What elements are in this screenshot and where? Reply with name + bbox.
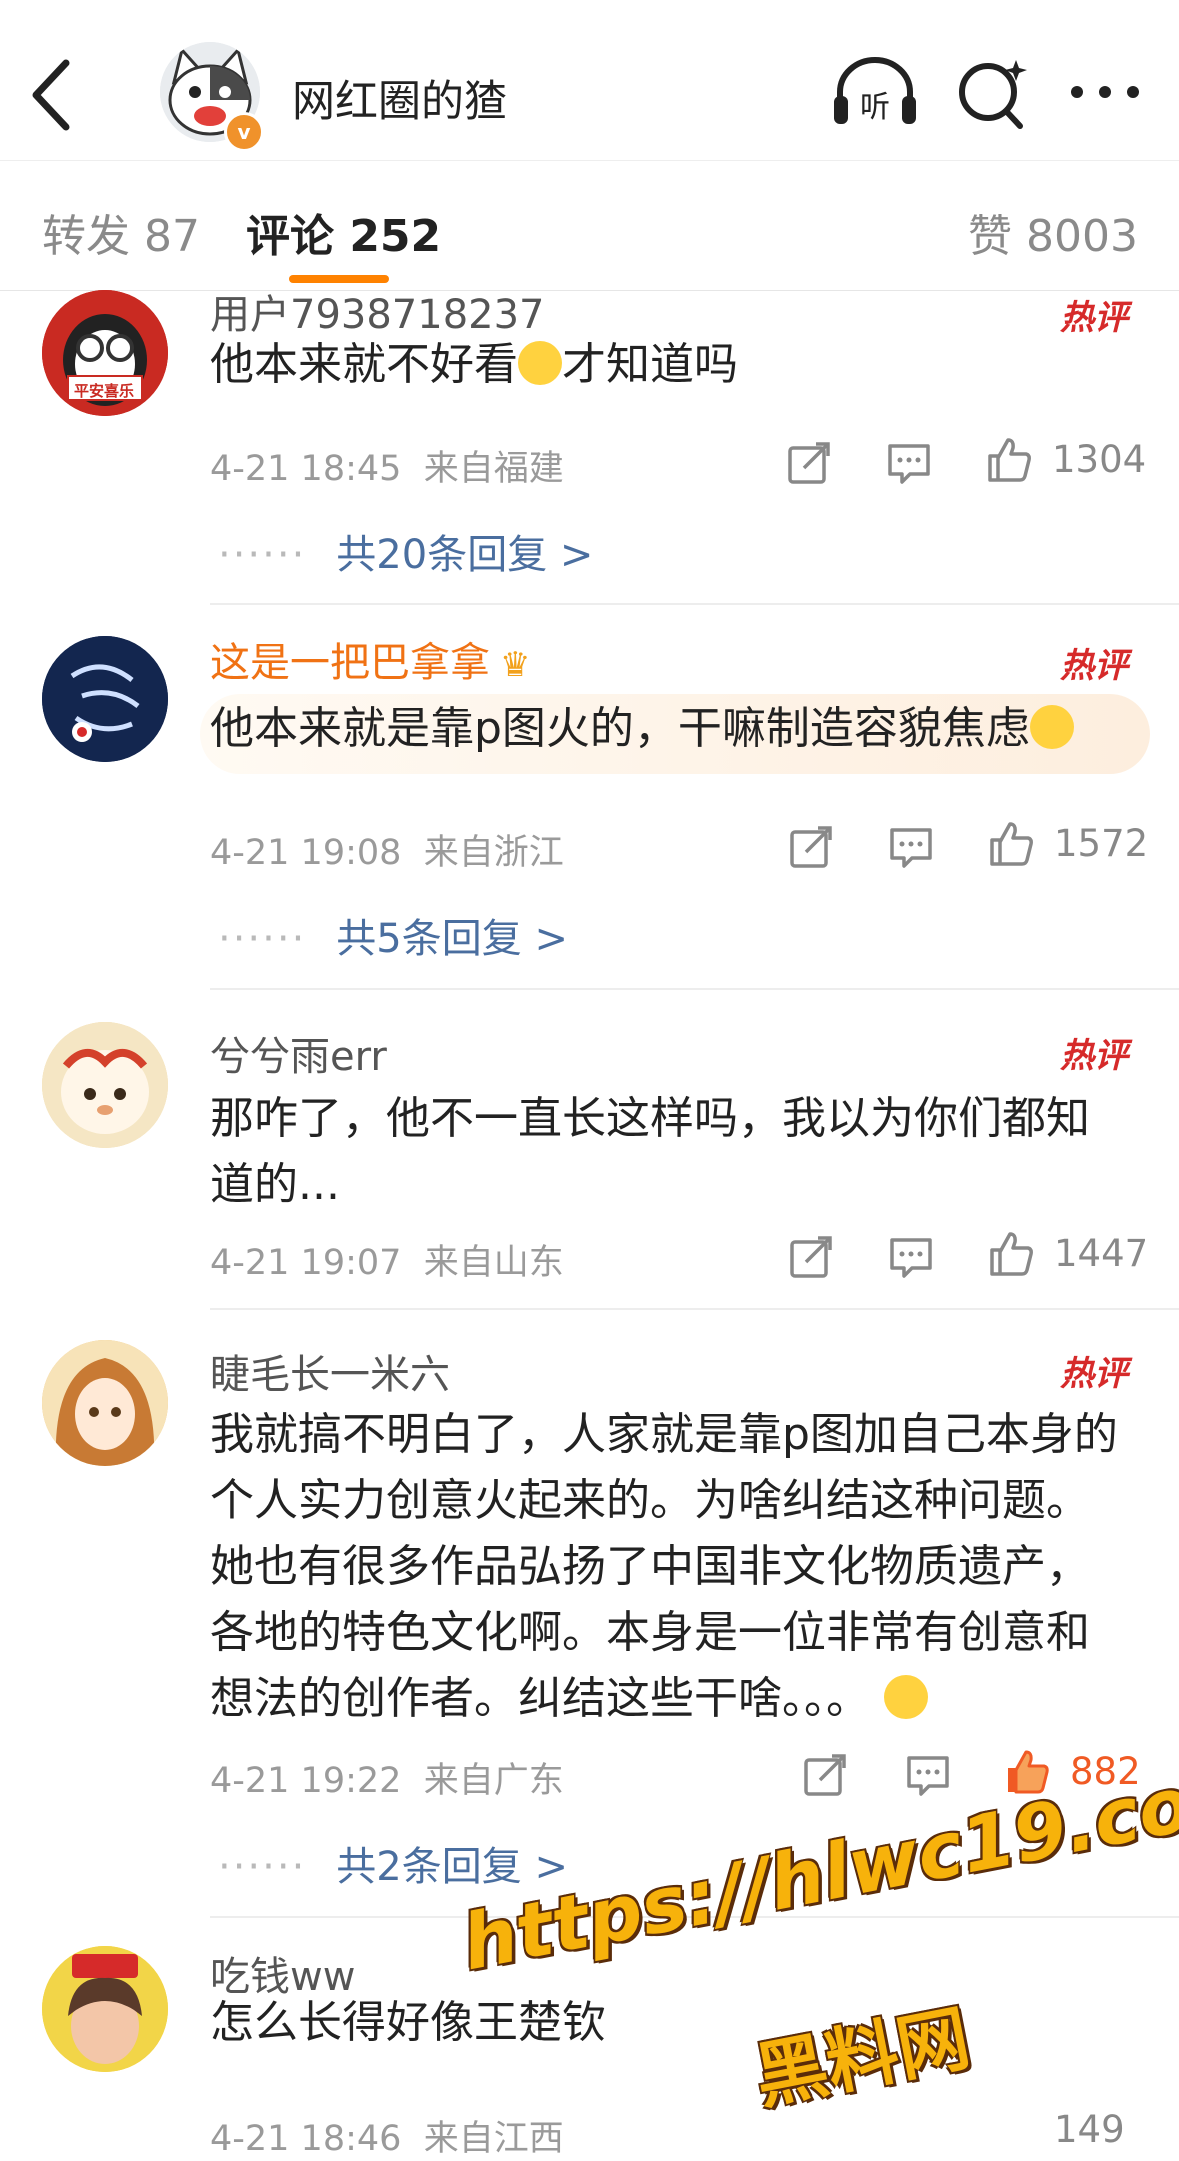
comment-username-text: 这是一把巴拿拿: [210, 640, 490, 686]
comment-text: 他本来就不好看 才知道吗: [210, 332, 1130, 398]
like-count: 1572: [1054, 822, 1149, 865]
more-icon[interactable]: [1060, 52, 1150, 132]
comment-username[interactable]: 这是一把巴拿拿 ♛: [210, 630, 530, 688]
replies-count: 共5条回复 >: [336, 916, 568, 962]
eye-roll-emoji-icon: [1029, 705, 1074, 749]
divider: [210, 1308, 1179, 1310]
selfie-avatar-image: [42, 1946, 168, 2072]
comment-location: 来自江西: [423, 2119, 564, 2159]
like-count: 149: [1054, 2108, 1125, 2151]
comment-text-part: 才知道吗: [562, 339, 738, 390]
replies-count: 共20条回复 >: [336, 532, 594, 578]
comment-location: 来自山东: [423, 1243, 564, 1283]
comment-username[interactable]: 兮兮雨err: [210, 1024, 387, 1082]
comment-text-part: 他本来就不好看: [210, 339, 518, 390]
like-count: 1447: [1054, 1232, 1149, 1275]
comment-icon[interactable]: [886, 440, 932, 486]
comment-time: 4-21 19:07: [210, 1243, 402, 1283]
comment-location: 来自浙江: [423, 833, 564, 873]
hot-comment-badge: 热评: [1060, 1354, 1128, 1394]
view-replies-link[interactable]: ······ 共20条回复 >: [218, 522, 593, 580]
like-icon[interactable]: [988, 1230, 1034, 1276]
like-count: 1304: [1052, 438, 1147, 481]
laugh-cry-emoji-icon: [518, 341, 562, 385]
user-avatar[interactable]: [42, 1022, 168, 1148]
comment-icon[interactable]: [888, 824, 934, 870]
listen-icon[interactable]: 听: [830, 52, 920, 132]
anime-avatar-image: [42, 1340, 168, 1466]
calligraphy-avatar-image: [42, 636, 168, 762]
comment-text: 怎么长得好像王楚钦: [210, 1997, 606, 2048]
like-icon[interactable]: [988, 820, 1034, 866]
comment-time: 4-21 18:45: [210, 449, 402, 489]
comment-text: 他本来就是靠p图火的，干嘛制造容貌焦虑: [210, 696, 1170, 762]
comment-location: 来自广东: [423, 1761, 564, 1801]
verified-badge: v: [224, 112, 264, 152]
view-replies-link[interactable]: ······ 共2条回复 >: [218, 1834, 568, 1892]
divider: [210, 988, 1179, 990]
hot-comment-badge: 热评: [1060, 646, 1128, 686]
comment-icon[interactable]: [888, 1234, 934, 1280]
comment-meta: 4-21 19:08 来自浙江: [210, 824, 564, 875]
user-avatar[interactable]: [42, 1340, 168, 1466]
user-avatar[interactable]: 平安喜乐: [42, 290, 168, 416]
comment-meta: 4-21 19:07 来自山东: [210, 1234, 564, 1285]
comment-text: 那咋了，他不一直长这样吗，我以为你们都知道的...: [210, 1093, 1090, 1210]
account-name[interactable]: 网红圈的猹: [292, 67, 507, 129]
tab-comments[interactable]: 评论 252: [246, 200, 441, 264]
listen-label: 听: [860, 90, 890, 125]
like-icon[interactable]: [986, 436, 1032, 482]
tab-bar: 转发 87 评论 252 赞 8003: [0, 160, 1179, 291]
comment-meta: 4-21 19:22 来自广东: [210, 1752, 564, 1803]
comment-icon[interactable]: [905, 1752, 951, 1798]
hot-comment-badge: 热评: [1060, 1036, 1128, 1076]
user-avatar[interactable]: [42, 636, 168, 762]
share-icon[interactable]: [786, 440, 832, 486]
comment-text-part: 他本来就是靠p图火的，干嘛制造容貌焦虑: [210, 703, 1030, 754]
comment-location: 来自福建: [423, 449, 564, 489]
replies-count: 共2条回复 >: [336, 1844, 568, 1890]
comment-time: 4-21 18:46: [210, 2119, 402, 2159]
comment-text: 我就搞不明白了，人家就是靠p图加自己本身的个人实力创意火起来的。为啥纠结这种问题…: [210, 1402, 1130, 1732]
comment-time: 4-21 19:08: [210, 833, 402, 873]
comment-meta: 4-21 18:45 来自福建: [210, 440, 564, 491]
smirk-emoji-icon: [884, 1675, 928, 1719]
share-icon[interactable]: [788, 824, 834, 870]
comment-time: 4-21 19:22: [210, 1761, 402, 1801]
top-bar: v 网红圈的猹 听: [0, 0, 1179, 161]
crown-icon: ♛: [500, 645, 531, 685]
search-icon[interactable]: [950, 52, 1040, 132]
plush-avatar-image: [42, 1022, 168, 1148]
comment-meta: 4-21 18:46 来自江西: [210, 2110, 564, 2161]
avatar-caption: 平安喜乐: [74, 382, 135, 400]
tab-likes[interactable]: 赞 8003: [968, 200, 1138, 264]
share-icon[interactable]: [802, 1752, 848, 1798]
share-icon[interactable]: [788, 1234, 834, 1280]
divider: [210, 603, 1179, 605]
user-avatar[interactable]: [42, 1946, 168, 2072]
comment-username[interactable]: 睫毛长一米六: [210, 1342, 450, 1400]
comment-text-part: 我就搞不明白了，人家就是靠p图加自己本身的个人实力创意火起来的。为啥纠结这种问题…: [210, 1409, 1118, 1724]
view-replies-link[interactable]: ······ 共5条回复 >: [218, 906, 568, 964]
back-icon[interactable]: [28, 55, 76, 135]
tab-repost[interactable]: 转发 87: [42, 200, 200, 264]
